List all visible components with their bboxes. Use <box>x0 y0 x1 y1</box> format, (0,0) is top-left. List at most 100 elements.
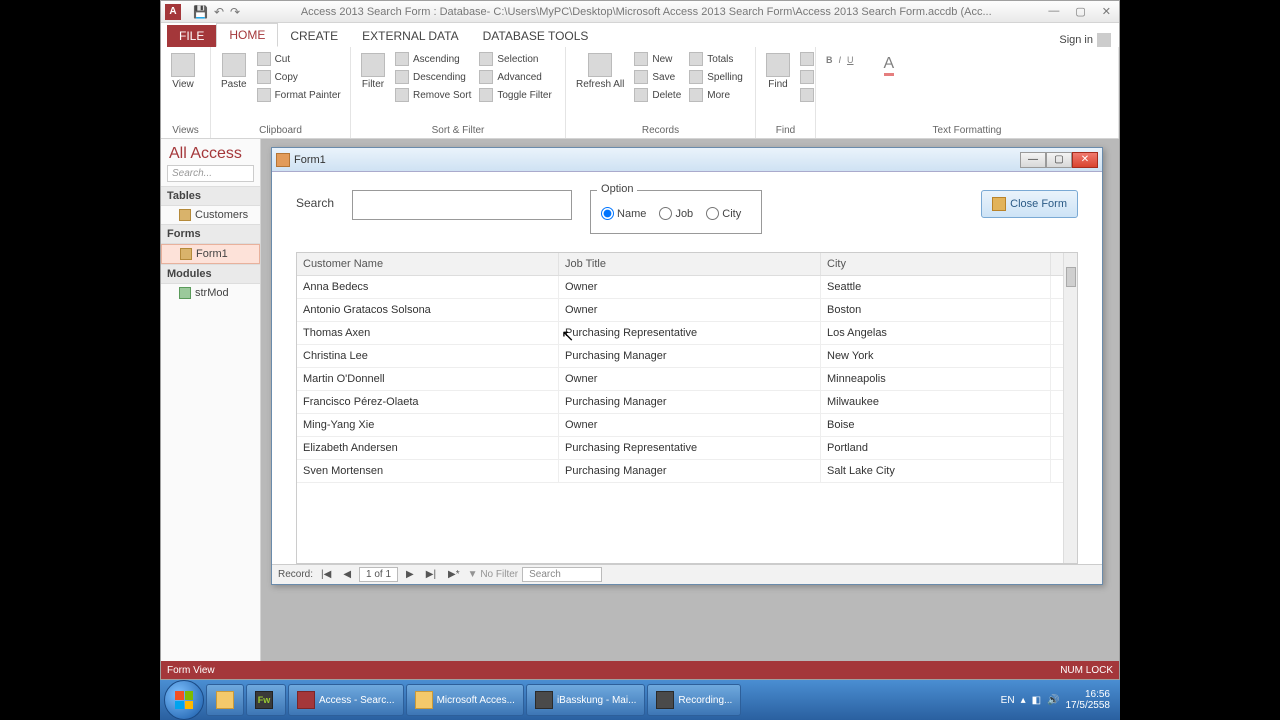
underline-icon[interactable]: U <box>847 55 854 65</box>
tab-file[interactable]: FILE <box>167 25 216 47</box>
restore-button[interactable]: ▢ <box>1071 5 1089 18</box>
sign-in[interactable]: Sign in <box>1059 33 1111 47</box>
nav-next-button[interactable]: ▶ <box>402 569 418 580</box>
delete-button[interactable]: Delete <box>632 87 683 103</box>
grid-header: Customer Name Job Title City <box>297 253 1077 276</box>
format-painter-button[interactable]: Format Painter <box>255 87 343 103</box>
goto-button[interactable] <box>798 69 816 85</box>
table-row[interactable]: Francisco Pérez-OlaetaPurchasing Manager… <box>297 391 1077 414</box>
table-row[interactable]: Martin O'DonnellOwnerMinneapolis <box>297 368 1077 391</box>
nav-item-form1[interactable]: Form1 <box>161 244 260 264</box>
app-icon <box>415 691 433 709</box>
table-row[interactable]: Christina LeePurchasing ManagerNew York <box>297 345 1077 368</box>
option-job[interactable]: Job <box>659 207 693 220</box>
nav-group-forms[interactable]: Forms <box>161 224 260 244</box>
cut-button[interactable]: Cut <box>255 51 343 67</box>
avatar-icon <box>1097 33 1111 47</box>
taskbar-item[interactable]: Fw <box>246 684 286 716</box>
scrollbar-thumb[interactable] <box>1066 267 1076 287</box>
form-maximize-button[interactable]: ▢ <box>1046 152 1072 168</box>
toggle-filter-button[interactable]: Toggle Filter <box>477 87 553 103</box>
quick-access-toolbar[interactable]: 💾 ↶ ↷ <box>193 5 240 19</box>
table-row[interactable]: Sven MortensenPurchasing ManagerSalt Lak… <box>297 460 1077 483</box>
table-row[interactable]: Ming-Yang XieOwnerBoise <box>297 414 1077 437</box>
tab-create[interactable]: CREATE <box>278 25 350 47</box>
remove-sort-button[interactable]: Remove Sort <box>393 87 473 103</box>
taskbar-pin-explorer[interactable] <box>206 684 244 716</box>
col-job-title[interactable]: Job Title <box>559 253 821 275</box>
nav-last-button[interactable]: ▶| <box>422 569 440 580</box>
filter-button[interactable]: Filter <box>357 51 389 92</box>
clock[interactable]: 16:56 17/5/2558 <box>1066 689 1111 711</box>
tab-external-data[interactable]: EXTERNAL DATA <box>350 25 470 47</box>
form-close-button[interactable]: ✕ <box>1072 152 1098 168</box>
find-button[interactable]: Find <box>762 51 794 92</box>
nav-group-modules[interactable]: Modules <box>161 264 260 284</box>
tray-network-icon[interactable]: ◧ <box>1032 695 1041 706</box>
descending-button[interactable]: Descending <box>393 69 473 85</box>
col-customer-name[interactable]: Customer Name <box>297 253 559 275</box>
undo-icon[interactable]: ↶ <box>214 5 224 19</box>
ascending-button[interactable]: Ascending <box>393 51 473 67</box>
view-icon <box>171 53 195 77</box>
refresh-all-button[interactable]: Refresh All <box>572 51 628 92</box>
more-button[interactable]: More <box>687 87 745 103</box>
bold-icon[interactable]: B <box>826 55 833 65</box>
nav-first-button[interactable]: |◀ <box>317 569 335 580</box>
table-row[interactable]: Thomas AxenPurchasing RepresentativeLos … <box>297 322 1077 345</box>
advanced-button[interactable]: Advanced <box>477 69 553 85</box>
redo-icon[interactable]: ↷ <box>230 5 240 19</box>
tray-volume-icon[interactable]: 🔊 <box>1047 695 1059 706</box>
nav-prev-button[interactable]: ◀ <box>339 569 355 580</box>
taskbar-item[interactable]: Recording... <box>647 684 741 716</box>
taskbar-item[interactable]: Access - Searc... <box>288 684 404 716</box>
totals-button[interactable]: Totals <box>687 51 745 67</box>
spelling-icon <box>689 70 703 84</box>
spelling-button[interactable]: Spelling <box>687 69 745 85</box>
tab-home[interactable]: HOME <box>216 23 278 47</box>
table-row[interactable]: Antonio Gratacos SolsonaOwnerBoston <box>297 299 1077 322</box>
new-button[interactable]: New <box>632 51 683 67</box>
taskbar-item[interactable]: Microsoft Acces... <box>406 684 524 716</box>
view-button[interactable]: View <box>167 51 199 92</box>
font-color-icon[interactable]: A <box>884 55 895 76</box>
copy-button[interactable]: Copy <box>255 69 343 85</box>
select-button[interactable] <box>798 87 816 103</box>
grid-scrollbar[interactable] <box>1063 253 1077 563</box>
start-button[interactable] <box>164 680 204 720</box>
option-city[interactable]: City <box>706 207 741 220</box>
form-title: Form1 <box>294 154 1020 166</box>
language-indicator[interactable]: EN <box>1001 695 1015 706</box>
record-position[interactable]: 1 of 1 <box>359 567 398 582</box>
col-city[interactable]: City <box>821 253 1051 275</box>
tray-flag-icon[interactable]: ▴ <box>1021 695 1026 706</box>
nav-group-tables[interactable]: Tables <box>161 186 260 206</box>
nav-item-strmod[interactable]: strMod <box>161 284 260 302</box>
text-formatting-controls[interactable]: B I U A <box>822 51 1112 123</box>
form-minimize-button[interactable]: — <box>1020 152 1046 168</box>
nav-item-customers[interactable]: Customers <box>161 206 260 224</box>
status-bar: Form View NUM LOCK <box>161 661 1119 679</box>
grid-body: Anna BedecsOwnerSeattleAntonio Gratacos … <box>297 276 1077 563</box>
minimize-button[interactable]: — <box>1044 5 1063 18</box>
close-form-button[interactable]: Close Form <box>981 190 1078 218</box>
paste-button[interactable]: Paste <box>217 51 251 92</box>
ribbon-tabs: FILE HOME CREATE EXTERNAL DATA DATABASE … <box>161 23 1119 47</box>
search-input[interactable] <box>352 190 572 220</box>
taskbar-item[interactable]: iBasskung - Mai... <box>526 684 645 716</box>
table-row[interactable]: Anna BedecsOwnerSeattle <box>297 276 1077 299</box>
nav-search-box[interactable]: Search <box>522 567 602 582</box>
window-title: Access 2013 Search Form : Database- C:\U… <box>248 6 1044 18</box>
selection-button[interactable]: Selection <box>477 51 553 67</box>
option-name[interactable]: Name <box>601 207 646 220</box>
close-button[interactable]: ✕ <box>1098 5 1115 18</box>
save-button[interactable]: Save <box>632 69 683 85</box>
save-icon[interactable]: 💾 <box>193 5 208 19</box>
table-row[interactable]: Elizabeth AndersenPurchasing Representat… <box>297 437 1077 460</box>
nav-new-button[interactable]: ▶* <box>444 569 464 580</box>
nav-search-input[interactable]: Search... <box>167 165 254 182</box>
app-icon <box>297 691 315 709</box>
italic-icon[interactable]: I <box>839 55 842 65</box>
tab-database-tools[interactable]: DATABASE TOOLS <box>471 25 601 47</box>
replace-button[interactable] <box>798 51 816 67</box>
